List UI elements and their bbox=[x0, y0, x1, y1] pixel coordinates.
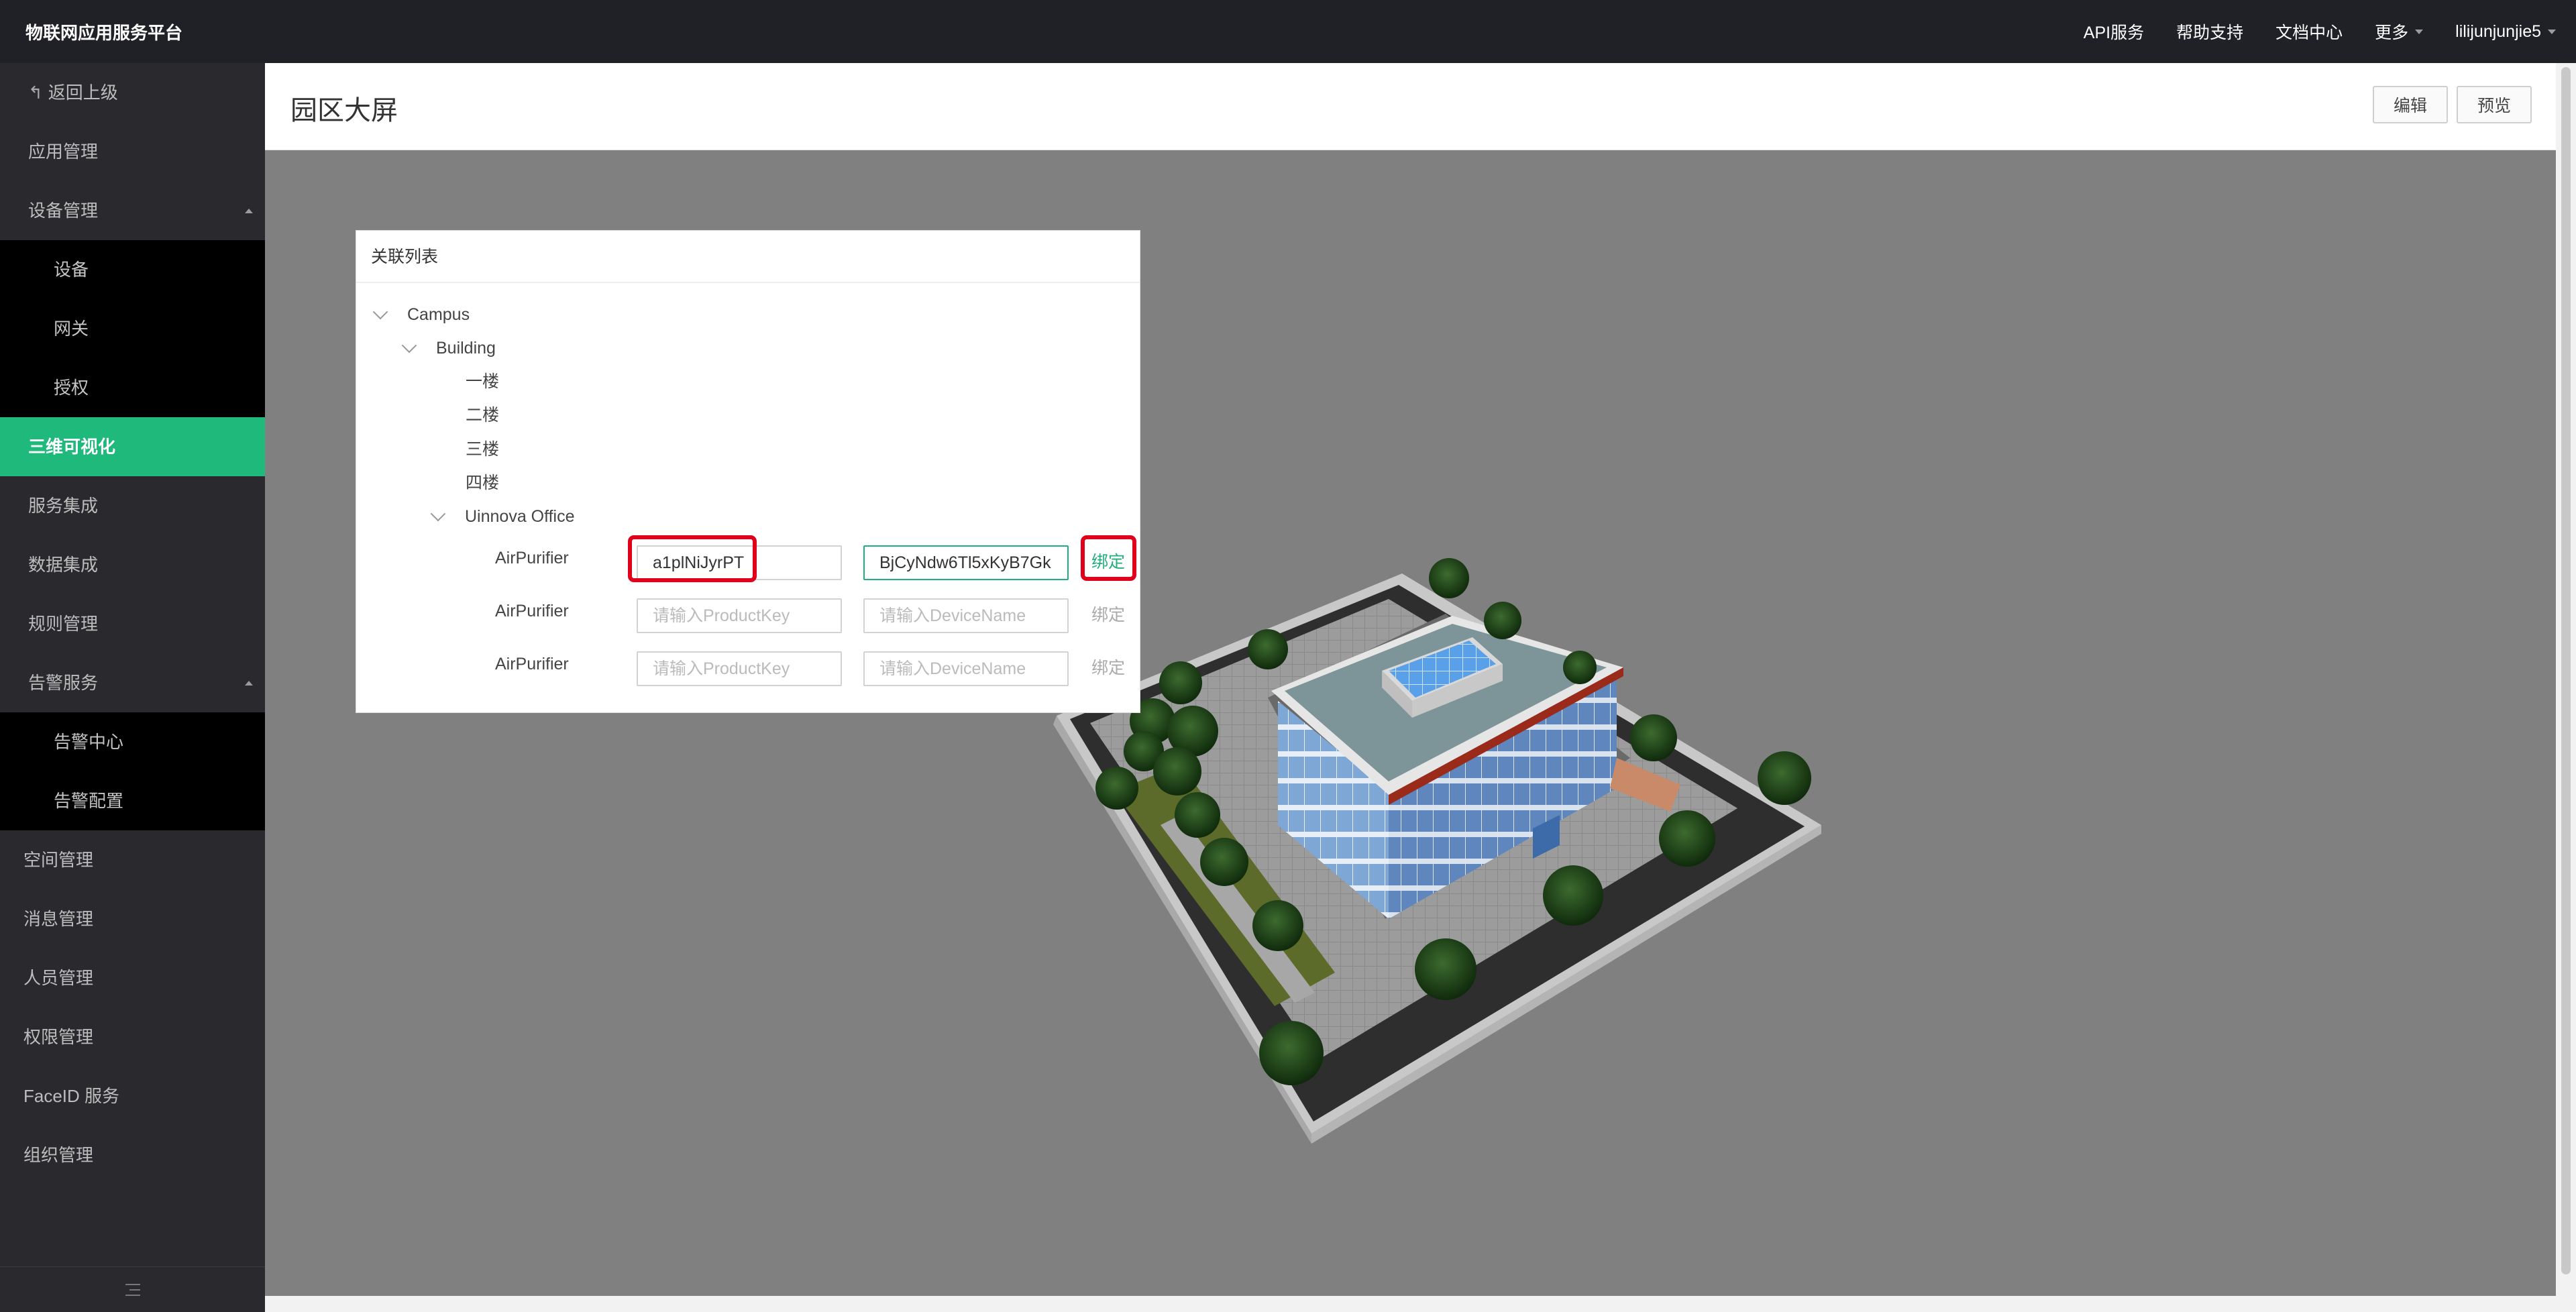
edit-button[interactable]: 编辑 bbox=[2373, 86, 2448, 123]
tree-node-label: Campus bbox=[407, 305, 470, 324]
page-header: 园区大屏 编辑 预览 bbox=[265, 63, 2556, 150]
sidebar-item-label: 设备 bbox=[54, 260, 89, 280]
device-name-input[interactable] bbox=[863, 651, 1069, 686]
sidebar-item-label: 三维可视化 bbox=[28, 437, 116, 457]
association-list-panel: 关联列表 Campus Building 一楼 二楼 三楼 四楼 Uinnova… bbox=[356, 230, 1140, 713]
chevron-up-icon bbox=[245, 209, 253, 213]
collapse-menu-icon bbox=[125, 1283, 140, 1296]
sidebar-item-permission[interactable]: 权限管理 bbox=[0, 1007, 265, 1067]
chevron-down-icon[interactable] bbox=[430, 506, 446, 522]
sidebar-item-alarm[interactable]: 告警服务 bbox=[0, 653, 265, 712]
tree-node-label: Uinnova Office bbox=[465, 507, 575, 526]
device-name-label: AirPurifier bbox=[495, 602, 569, 620]
tree-node-floor-2[interactable]: 二楼 bbox=[466, 402, 499, 429]
sidebar-back-label: 返回上级 bbox=[48, 83, 118, 103]
user-name: lilijunjunjie5 bbox=[2455, 21, 2541, 41]
sidebar: ↰ 返回上级 应用管理 设备管理 设备 网关 授权 三维可视化 服务集成 数据集成… bbox=[0, 63, 265, 1312]
topnav-api[interactable]: API服务 bbox=[2084, 19, 2144, 44]
sidebar-item-org[interactable]: 组织管理 bbox=[0, 1126, 265, 1185]
chevron-down-icon[interactable] bbox=[372, 304, 388, 320]
sidebar-item-label: 数据集成 bbox=[28, 555, 99, 575]
vertical-scrollbar[interactable] bbox=[2556, 63, 2576, 1312]
sidebar-item-label: FaceID 服务 bbox=[23, 1086, 120, 1106]
top-bar: 物联网应用服务平台 API服务 帮助支持 文档中心 更多 lilijunjunj… bbox=[0, 0, 2576, 63]
sidebar-item-device[interactable]: 设备 bbox=[0, 240, 265, 299]
sidebar-item-3d-visual[interactable]: 三维可视化 bbox=[0, 417, 265, 476]
top-nav: API服务 帮助支持 文档中心 更多 lilijunjunjie5 bbox=[2051, 0, 2556, 63]
sidebar-item-label: 权限管理 bbox=[23, 1027, 94, 1047]
bind-button[interactable]: 绑定 bbox=[1091, 655, 1125, 679]
back-arrow-icon: ↰ bbox=[28, 83, 43, 103]
sidebar-item-label: 告警服务 bbox=[28, 673, 99, 693]
product-key-input[interactable] bbox=[637, 545, 842, 580]
sidebar-item-label: 应用管理 bbox=[28, 142, 99, 162]
preview-button[interactable]: 预览 bbox=[2457, 86, 2532, 123]
device-name-label: AirPurifier bbox=[495, 549, 569, 567]
topnav-help[interactable]: 帮助支持 bbox=[2176, 19, 2243, 44]
topnav-help-label: 帮助支持 bbox=[2176, 23, 2244, 42]
sidebar-item-label: 人员管理 bbox=[23, 968, 94, 988]
sidebar-item-label: 告警中心 bbox=[54, 732, 124, 752]
tree-node-office[interactable]: Uinnova Office bbox=[430, 503, 575, 530]
device-name-input[interactable] bbox=[863, 598, 1069, 633]
tree-node-label: 四楼 bbox=[466, 474, 500, 492]
tree-node-floor-1[interactable]: 一楼 bbox=[466, 368, 499, 395]
sidebar-item-label: 空间管理 bbox=[23, 850, 94, 870]
sidebar-item-faceid[interactable]: FaceID 服务 bbox=[0, 1067, 265, 1126]
device-name-label: AirPurifier bbox=[495, 655, 569, 673]
bind-button[interactable]: 绑定 bbox=[1091, 549, 1125, 573]
sidebar-item-space[interactable]: 空间管理 bbox=[0, 830, 265, 889]
user-menu[interactable]: lilijunjunjie5 bbox=[2455, 22, 2556, 42]
topnav-more-label: 更多 bbox=[2375, 23, 2409, 42]
sidebar-item-label: 消息管理 bbox=[23, 909, 94, 929]
app-title: 物联网应用服务平台 bbox=[25, 23, 183, 43]
chevron-up-icon bbox=[245, 681, 253, 686]
product-key-input[interactable] bbox=[637, 651, 842, 686]
tree-node-floor-3[interactable]: 三楼 bbox=[466, 436, 499, 463]
panel-title: 关联列表 bbox=[356, 231, 1140, 283]
horizontal-scrollbar[interactable] bbox=[265, 1296, 2556, 1312]
sidebar-item-data[interactable]: 数据集成 bbox=[0, 535, 265, 594]
topnav-docs[interactable]: 文档中心 bbox=[2275, 19, 2343, 44]
sidebar-item-label: 组织管理 bbox=[23, 1145, 94, 1165]
scrollbar-thumb[interactable] bbox=[2561, 67, 2571, 1274]
sidebar-item-gateway[interactable]: 网关 bbox=[0, 299, 265, 358]
sidebar-item-label: 告警配置 bbox=[54, 791, 124, 811]
chevron-down-icon[interactable] bbox=[401, 337, 417, 353]
tree-node-campus[interactable]: Campus bbox=[372, 301, 470, 328]
sidebar-item-alarm-center[interactable]: 告警中心 bbox=[0, 712, 265, 771]
product-key-input[interactable] bbox=[637, 598, 842, 633]
topnav-docs-label: 文档中心 bbox=[2275, 23, 2343, 42]
page-title: 园区大屏 bbox=[290, 96, 398, 125]
chevron-down-icon bbox=[2415, 29, 2424, 34]
sidebar-item-auth[interactable]: 授权 bbox=[0, 358, 265, 417]
sidebar-item-message[interactable]: 消息管理 bbox=[0, 889, 265, 948]
bind-button[interactable]: 绑定 bbox=[1091, 602, 1125, 626]
topnav-more[interactable]: 更多 bbox=[2375, 19, 2424, 44]
sidebar-item-label: 服务集成 bbox=[28, 496, 99, 516]
sidebar-item-alarm-config[interactable]: 告警配置 bbox=[0, 771, 265, 830]
sidebar-back[interactable]: ↰ 返回上级 bbox=[0, 63, 265, 122]
sidebar-item-label: 网关 bbox=[54, 319, 89, 339]
sidebar-item-rules[interactable]: 规则管理 bbox=[0, 594, 265, 653]
sidebar-item-label: 授权 bbox=[54, 378, 89, 398]
tree-node-building[interactable]: Building bbox=[401, 335, 496, 362]
topnav-api-label: API服务 bbox=[2083, 23, 2145, 42]
tree-node-label: 一楼 bbox=[466, 372, 500, 391]
sidebar-item-people[interactable]: 人员管理 bbox=[0, 948, 265, 1007]
device-name-input[interactable] bbox=[863, 545, 1069, 580]
sidebar-item-label: 设备管理 bbox=[28, 201, 99, 221]
tree-node-label: Building bbox=[436, 339, 496, 358]
tree-node-label: 三楼 bbox=[466, 440, 500, 459]
tree-node-label: 二楼 bbox=[466, 406, 500, 425]
chevron-down-icon bbox=[2548, 29, 2556, 34]
sidebar-item-service[interactable]: 服务集成 bbox=[0, 476, 265, 535]
sidebar-item-app[interactable]: 应用管理 bbox=[0, 122, 265, 181]
sidebar-item-device-mgmt[interactable]: 设备管理 bbox=[0, 181, 265, 240]
tree-node-floor-4[interactable]: 四楼 bbox=[466, 470, 499, 496]
sidebar-item-label: 规则管理 bbox=[28, 614, 99, 634]
sidebar-collapse-button[interactable] bbox=[0, 1266, 265, 1312]
